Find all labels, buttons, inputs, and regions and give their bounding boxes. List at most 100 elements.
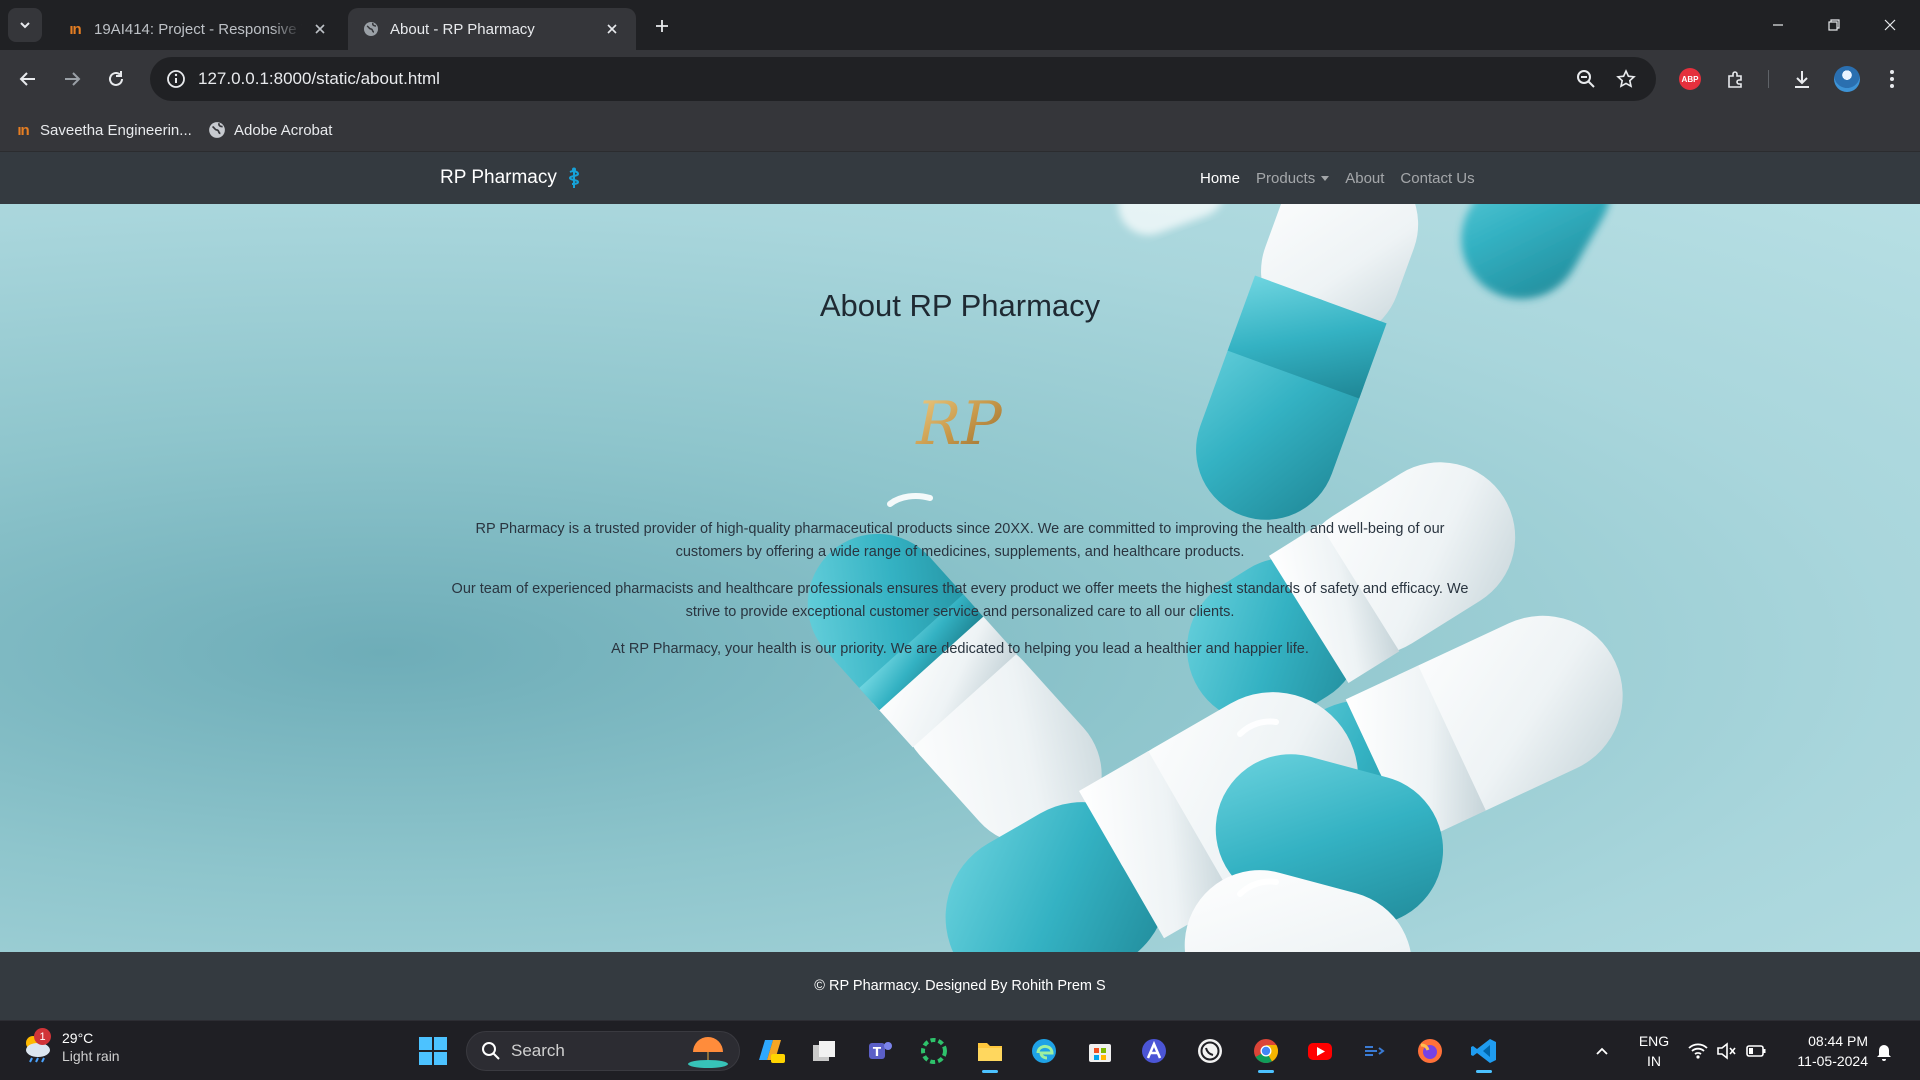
puzzle-icon (1728, 71, 1742, 88)
bookmarks-bar: ın Saveetha Engineerin... Adobe Acrobat (0, 108, 1920, 152)
globe-icon (362, 20, 380, 38)
weather-widget[interactable]: 1 29°C Light rain (20, 1028, 120, 1065)
tab-title: About - RP Pharmacy (390, 20, 535, 38)
progress-ring-app-icon[interactable] (916, 1033, 952, 1069)
site-navbar: RP Pharmacy Home Products About Contact … (0, 152, 1920, 204)
page-viewport: RP Pharmacy Home Products About Contact … (0, 152, 1920, 1020)
brand-name: RP Pharmacy (440, 167, 557, 188)
microsoft-store-icon[interactable] (1082, 1033, 1118, 1069)
toolbar-separator (1768, 70, 1769, 88)
about-paragraph-3: At RP Pharmacy, your health is our prior… (611, 641, 1309, 657)
logo-text: RP (915, 389, 1003, 459)
notifications-bell-icon[interactable] (1866, 1033, 1902, 1069)
download-icon (1795, 71, 1809, 88)
rp-monogram-logo: RP (915, 389, 1003, 459)
weather-temp: 29°C (62, 1030, 94, 1046)
search-icon (481, 1041, 501, 1061)
new-tab-button[interactable] (648, 12, 676, 40)
battery-icon[interactable] (1738, 1033, 1774, 1069)
page-title: About RP Pharmacy (819, 288, 1101, 323)
bookmark-label: Saveetha Engineerin... (40, 121, 192, 139)
chevron-down-icon (20, 22, 30, 29)
file-explorer-icon[interactable] (972, 1033, 1008, 1073)
task-view-icon[interactable] (806, 1033, 842, 1069)
clock-time: 08:44 PM (1808, 1033, 1868, 1049)
globe-icon (208, 121, 226, 139)
reload-button[interactable] (100, 63, 132, 95)
nav-label: Home (1200, 169, 1241, 187)
close-window-button[interactable] (1862, 0, 1918, 50)
minimize-icon (1773, 24, 1783, 26)
running-indicator (1258, 1070, 1274, 1073)
arrow-left-icon (19, 72, 35, 86)
close-icon[interactable] (602, 19, 622, 39)
whatsapp-icon[interactable] (1192, 1033, 1228, 1069)
restore-button[interactable] (1806, 0, 1862, 50)
bookmark-label: Adobe Acrobat (234, 121, 333, 139)
about-paragraph-1: RP Pharmacy is a trusted provider of hig… (475, 521, 1445, 560)
firefox-icon[interactable] (1412, 1033, 1448, 1069)
youtube-icon[interactable] (1302, 1033, 1338, 1069)
browser-toolbar: 127.0.0.1:8000/static/about.html ABP (0, 50, 1920, 108)
close-icon[interactable] (310, 19, 330, 39)
weather-desc: Light rain (62, 1048, 120, 1064)
clock-date: 11-05-2024 (1797, 1053, 1868, 1069)
kebab-menu-icon (1890, 70, 1894, 88)
code-app-icon[interactable] (1356, 1033, 1392, 1069)
zoom-icon[interactable] (1574, 67, 1598, 91)
nav-label: About (1345, 169, 1385, 187)
arc-app-icon[interactable] (1136, 1033, 1172, 1069)
site-info-icon[interactable] (154, 69, 198, 89)
taskbar-search[interactable]: Search (466, 1031, 740, 1071)
close-icon (1884, 19, 1896, 31)
search-label: Search (511, 1041, 565, 1060)
svg-text:T: T (873, 1045, 882, 1059)
nav-home[interactable]: Home (1200, 170, 1240, 187)
tab-search-button[interactable] (8, 8, 42, 42)
minimize-button[interactable] (1750, 0, 1806, 50)
footer-text: © RP Pharmacy. Designed By Rohith Prem S (814, 978, 1106, 994)
forward-button[interactable] (56, 63, 88, 95)
show-hidden-icons-button[interactable] (1584, 1033, 1620, 1069)
language-code: ENG (1638, 1033, 1670, 1049)
tab-about[interactable]: About - RP Pharmacy (348, 8, 636, 50)
address-bar[interactable]: 127.0.0.1:8000/static/about.html (150, 57, 1656, 101)
site-footer: © RP Pharmacy. Designed By Rohith Prem S (0, 952, 1920, 1020)
edge-browser-icon[interactable] (1026, 1033, 1062, 1069)
language-indicator[interactable]: ENG IN (1636, 1031, 1672, 1071)
back-button[interactable] (12, 63, 44, 95)
site-brand[interactable]: RP Pharmacy (440, 152, 581, 204)
downloads-button[interactable] (1786, 63, 1818, 95)
moodle-icon: ın (69, 20, 81, 38)
nav-products-dropdown[interactable]: Products (1256, 170, 1330, 187)
region-code: IN (1647, 1053, 1661, 1069)
copilot-app-icon[interactable] (752, 1033, 788, 1069)
tab-project[interactable]: ın 19AI414: Project - Responsive W (52, 8, 344, 50)
menu-button[interactable] (1876, 63, 1908, 95)
reload-icon (109, 71, 123, 86)
chrome-browser-icon[interactable] (1248, 1033, 1284, 1073)
arrow-right-icon (65, 72, 81, 86)
extensions-button[interactable] (1720, 63, 1752, 95)
about-hero: About RP Pharmacy RP RP Pharmacy is a tr… (0, 204, 1920, 952)
restore-icon (1828, 19, 1840, 31)
plus-icon (656, 20, 668, 32)
windows-start-icon[interactable] (418, 1036, 448, 1066)
about-content: RP Pharmacy is a trusted provider of hig… (445, 518, 1475, 675)
caduceus-icon (567, 167, 581, 189)
nav-contact[interactable]: Contact Us (1400, 170, 1474, 187)
bookmark-saveetha[interactable]: ın Saveetha Engineerin... (14, 108, 192, 152)
adblock-extension-button[interactable]: ABP (1674, 63, 1706, 95)
bookmark-star-icon[interactable] (1614, 67, 1638, 91)
profile-button[interactable] (1831, 63, 1863, 95)
site-menu: Home Products About Contact Us (1200, 152, 1491, 204)
system-clock[interactable]: 08:44 PM 11-05-2024 (1782, 1031, 1868, 1071)
vscode-icon[interactable] (1466, 1033, 1502, 1073)
bookmark-adobe-acrobat[interactable]: Adobe Acrobat (208, 108, 332, 152)
running-indicator (982, 1070, 998, 1073)
about-paragraph-2: Our team of experienced pharmacists and … (451, 581, 1469, 620)
nav-about[interactable]: About (1345, 170, 1384, 187)
teams-app-icon[interactable]: T (862, 1033, 898, 1069)
chevron-up-icon (1596, 1047, 1608, 1055)
nav-label: Contact Us (1400, 169, 1475, 187)
